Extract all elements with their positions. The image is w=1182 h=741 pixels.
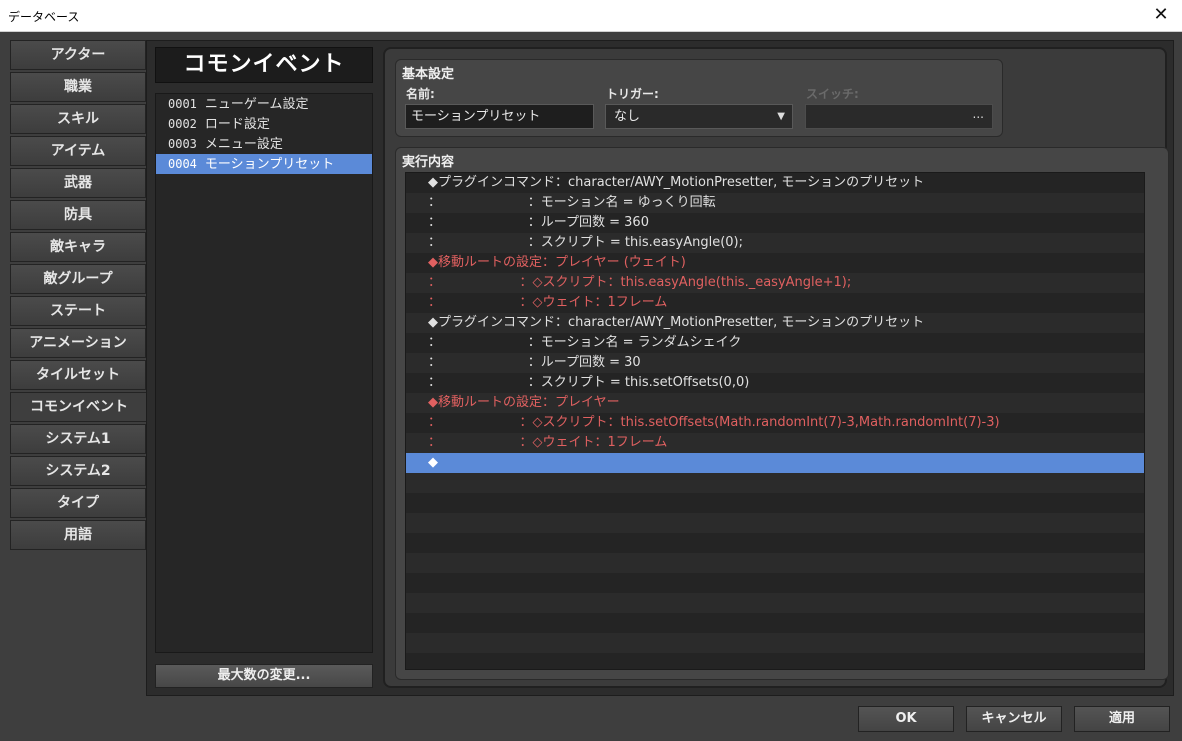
command-text: ◆ xyxy=(428,455,438,470)
command-text: ◆移動ルートの設定：プレイヤー (ウェイト) xyxy=(428,255,686,270)
basic-settings-group: 基本設定 名前: モーションプリセット トリガー: なし ▼ スイッチ: ... xyxy=(395,59,1003,137)
command-row[interactable]: ： ：ループ回数 = 360 xyxy=(406,213,1144,233)
change-max-button[interactable]: 最大数の変更... xyxy=(155,664,373,688)
empty-command-row xyxy=(406,573,1144,593)
command-text: ： ：◇スクリプト：this.setOffsets(Math.randomInt… xyxy=(428,415,1000,430)
command-text: ： ：モーション名 = ランダムシェイク xyxy=(428,335,742,350)
empty-command-row xyxy=(406,533,1144,553)
trigger-select[interactable]: なし ▼ xyxy=(605,104,793,129)
database-window: アクター 職業 スキル アイテム 武器 防具 敵キャラ 敵グループ ステート アニメーション タイル… xyxy=(0,32,1182,741)
dropdown-arrow-icon: ▼ xyxy=(777,111,785,122)
category-tab[interactable]: スキル xyxy=(10,104,146,134)
command-row[interactable]: ： ：◇ウェイト：1フレーム xyxy=(406,433,1144,453)
empty-command-row xyxy=(406,613,1144,633)
command-text: ： ：ループ回数 = 360 xyxy=(428,215,649,230)
close-icon[interactable]: ✕ xyxy=(1150,4,1172,26)
name-field[interactable]: モーションプリセット xyxy=(405,104,594,129)
event-id: 0001 xyxy=(168,97,197,111)
category-tab[interactable]: 敵キャラ xyxy=(10,232,146,262)
command-row[interactable]: ： ：ループ回数 = 30 xyxy=(406,353,1144,373)
empty-command-row xyxy=(406,473,1144,493)
command-list[interactable]: ◆プラグインコマンド：character/AWY_MotionPresetter… xyxy=(405,172,1145,670)
category-tab[interactable]: 敵グループ xyxy=(10,264,146,294)
event-list-item[interactable]: 0004 モーションプリセット xyxy=(156,154,372,174)
basic-settings-title: 基本設定 xyxy=(402,67,455,82)
command-row[interactable]: ： ：スクリプト = this.easyAngle(0); xyxy=(406,233,1144,253)
empty-command-row xyxy=(406,633,1144,653)
category-tab[interactable]: アクター xyxy=(10,40,146,70)
command-text: ： ：◇ウェイト：1フレーム xyxy=(428,435,668,450)
category-tab[interactable]: 用語 xyxy=(10,520,146,550)
command-row[interactable]: ◆プラグインコマンド：character/AWY_MotionPresetter… xyxy=(406,173,1144,193)
event-editor-panel: 基本設定 名前: モーションプリセット トリガー: なし ▼ スイッチ: ...… xyxy=(383,47,1169,688)
apply-button[interactable]: 適用 xyxy=(1074,706,1170,732)
category-tab[interactable]: アニメーション xyxy=(10,328,146,358)
cancel-button[interactable]: キャンセル xyxy=(966,706,1062,732)
execution-title: 実行内容 xyxy=(402,155,455,170)
command-text: ： ：◇ウェイト：1フレーム xyxy=(428,295,668,310)
category-tab[interactable]: タイプ xyxy=(10,488,146,518)
switch-field[interactable]: ... xyxy=(805,104,993,129)
window-title: データベース xyxy=(8,10,80,24)
execution-content-group: 実行内容 ◆プラグインコマンド：character/AWY_MotionPres… xyxy=(395,147,1169,680)
command-row[interactable]: ◆プラグインコマンド：character/AWY_MotionPresetter… xyxy=(406,313,1144,333)
event-id: 0004 xyxy=(168,157,197,171)
empty-command-row xyxy=(406,593,1144,613)
command-row[interactable]: ： ：スクリプト = this.setOffsets(0,0) xyxy=(406,373,1144,393)
command-text: ◆プラグインコマンド：character/AWY_MotionPresetter… xyxy=(428,175,925,190)
ok-button[interactable]: OK xyxy=(858,706,954,732)
category-tab[interactable]: 武器 xyxy=(10,168,146,198)
name-label: 名前: xyxy=(406,87,435,101)
empty-command-row xyxy=(406,553,1144,573)
event-id: 0002 xyxy=(168,117,197,131)
event-name: モーションプリセット xyxy=(204,157,335,172)
command-text: ◆移動ルートの設定：プレイヤー xyxy=(428,395,620,410)
trigger-value: なし xyxy=(614,109,641,124)
category-tab[interactable]: 職業 xyxy=(10,72,146,102)
event-id: 0003 xyxy=(168,137,197,151)
event-list-title: コモンイベント xyxy=(155,47,373,83)
event-name: ロード設定 xyxy=(204,117,270,132)
event-list-item[interactable]: 0003 メニュー設定 xyxy=(156,134,372,154)
command-text: ： ：◇スクリプト：this.easyAngle(this._easyAngle… xyxy=(428,275,852,290)
category-tab[interactable]: 防具 xyxy=(10,200,146,230)
command-row[interactable]: ： ：◇スクリプト：this.setOffsets(Math.randomInt… xyxy=(406,413,1144,433)
command-text: ： ：スクリプト = this.easyAngle(0); xyxy=(428,235,744,250)
category-tab[interactable]: アイテム xyxy=(10,136,146,166)
command-text: ： ：ループ回数 = 30 xyxy=(428,355,641,370)
category-tab[interactable]: システム1 xyxy=(10,424,146,454)
trigger-label: トリガー: xyxy=(606,87,659,101)
command-text: ： ：スクリプト = this.setOffsets(0,0) xyxy=(428,375,750,390)
common-event-list[interactable]: 0001 ニューゲーム設定 0002 ロード設定 0003 メニュー設定 0004 モーション… xyxy=(155,93,373,653)
command-text: ： ：モーション名 = ゆっくり回転 xyxy=(428,195,716,210)
empty-command-row xyxy=(406,513,1144,533)
command-row[interactable]: ： ：◇ウェイト：1フレーム xyxy=(406,293,1144,313)
content-frame: コモンイベント 0001 ニューゲーム設定 0002 ロード設定 0003 メニュー設定 0… xyxy=(146,40,1174,696)
category-tab[interactable]: システム2 xyxy=(10,456,146,486)
command-text: ◆プラグインコマンド：character/AWY_MotionPresetter… xyxy=(428,315,925,330)
category-tab[interactable]: タイルセット xyxy=(10,360,146,390)
command-row[interactable]: ◆移動ルートの設定：プレイヤー xyxy=(406,393,1144,413)
command-row[interactable]: ： ：モーション名 = ランダムシェイク xyxy=(406,333,1144,353)
event-name: ニューゲーム設定 xyxy=(204,97,309,112)
event-list-item[interactable]: 0002 ロード設定 xyxy=(156,114,372,134)
switch-label: スイッチ: xyxy=(806,87,859,101)
command-row[interactable]: ◆移動ルートの設定：プレイヤー (ウェイト) xyxy=(406,253,1144,273)
command-row[interactable]: ： ：◇スクリプト：this.easyAngle(this._easyAngle… xyxy=(406,273,1144,293)
category-list: アクター 職業 スキル アイテム 武器 防具 敵キャラ 敵グループ ステート アニメーション タイル… xyxy=(10,40,148,552)
empty-command-row xyxy=(406,653,1144,669)
empty-command-row xyxy=(406,493,1144,513)
category-tab[interactable]: コモンイベント xyxy=(10,392,148,422)
event-list-item[interactable]: 0001 ニューゲーム設定 xyxy=(156,94,372,114)
category-tab[interactable]: ステート xyxy=(10,296,146,326)
command-row[interactable]: ： ：モーション名 = ゆっくり回転 xyxy=(406,193,1144,213)
title-bar: データベース ✕ xyxy=(0,0,1182,32)
command-row[interactable]: ◆ xyxy=(406,453,1144,473)
event-name: メニュー設定 xyxy=(204,137,283,152)
switch-browse-button[interactable]: ... xyxy=(973,107,984,121)
